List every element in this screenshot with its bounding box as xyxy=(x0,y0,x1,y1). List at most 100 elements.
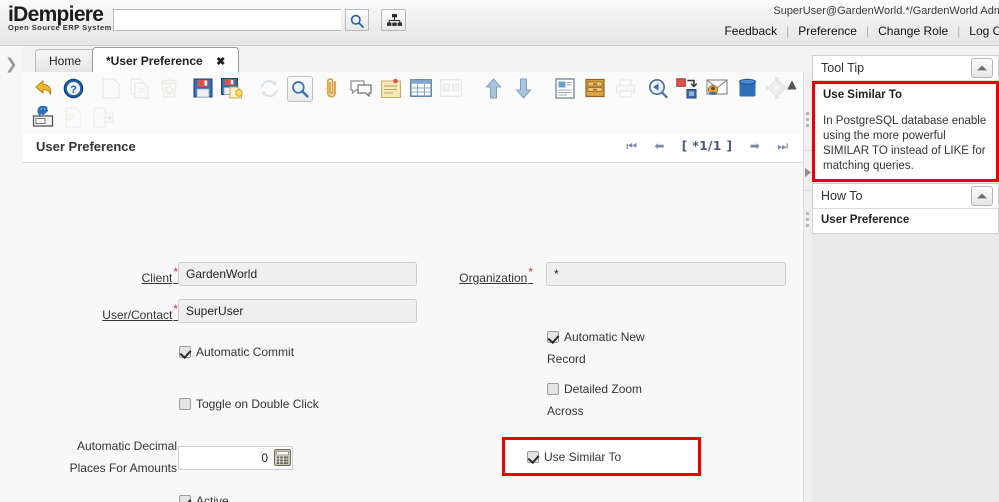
user-contact-label-text: User/Contact xyxy=(102,308,172,322)
find-icon[interactable] xyxy=(287,76,313,102)
nav-next-button[interactable]: ➡ xyxy=(750,139,760,153)
detailed-zoom-across-label-line1[interactable]: Detailed Zoom xyxy=(564,382,642,396)
form-toggle-icon xyxy=(438,75,464,101)
automatic-new-record-row[interactable]: Automatic New Record xyxy=(547,324,645,373)
client-label[interactable]: Client* xyxy=(52,266,177,285)
app-logo: iDempiere Open Source ERP System xyxy=(8,4,113,32)
howto-panel-header: How To xyxy=(812,183,999,209)
toggle-double-click-label[interactable]: Toggle on Double Click xyxy=(196,397,319,411)
tab-bar: Home *User Preference ✖ xyxy=(22,46,809,73)
toolbar: ? xyxy=(22,72,809,135)
close-icon[interactable]: ✖ xyxy=(216,56,225,68)
use-similar-to-row[interactable]: Use Similar To xyxy=(527,450,621,464)
chat-icon[interactable] xyxy=(348,75,374,101)
user-contact-input[interactable] xyxy=(178,299,417,323)
product-info-icon[interactable] xyxy=(734,75,760,101)
left-menu-rail[interactable]: ❯ xyxy=(0,46,23,502)
client-label-text: Client xyxy=(142,271,173,285)
zoom-across-icon[interactable] xyxy=(644,75,670,101)
howto-panel-title: How To xyxy=(821,189,862,203)
search-input[interactable] xyxy=(113,9,341,31)
parent-record-icon[interactable] xyxy=(480,75,506,101)
howto-panel-body: User Preference xyxy=(812,209,999,234)
save-create-new-icon[interactable] xyxy=(219,75,245,101)
chevron-up-icon[interactable]: ▲ xyxy=(781,74,803,94)
chevron-right-icon[interactable]: ❯ xyxy=(5,55,18,73)
splitter-grip[interactable] xyxy=(806,212,810,230)
organization-input[interactable] xyxy=(546,262,786,286)
use-similar-to-checkbox[interactable] xyxy=(527,451,539,463)
tab-home-label: Home xyxy=(49,54,81,68)
org-tree-icon[interactable] xyxy=(381,9,406,31)
active-checkbox[interactable] xyxy=(179,495,191,502)
automatic-commit-checkbox[interactable] xyxy=(179,346,191,358)
active-label[interactable]: Active xyxy=(196,494,229,502)
tooltip-highlight xyxy=(812,81,999,182)
detailed-zoom-across-label-line2: Across xyxy=(547,404,584,418)
calculator-icon[interactable] xyxy=(274,449,291,466)
automatic-new-record-label-line1[interactable]: Automatic New xyxy=(564,330,645,344)
back-icon[interactable] xyxy=(30,75,56,101)
attachment-icon[interactable] xyxy=(319,75,345,101)
active-row[interactable]: Active xyxy=(179,494,229,502)
tab-home[interactable]: Home xyxy=(35,49,95,72)
detail-record-icon[interactable] xyxy=(510,75,536,101)
notes-icon[interactable] xyxy=(378,75,404,101)
tab-user-preference-label: *User Preference xyxy=(106,54,203,68)
link-feedback[interactable]: Feedback xyxy=(715,24,786,38)
toggle-double-click-row[interactable]: Toggle on Double Click xyxy=(179,397,319,411)
current-user-info: SuperUser@GardenWorld.*/GardenWorld Adm xyxy=(773,5,999,17)
archive-icon[interactable] xyxy=(582,75,608,101)
tab-user-preference[interactable]: *User Preference ✖ xyxy=(92,47,239,73)
splitter-grip[interactable] xyxy=(806,112,810,130)
detailed-zoom-across-row[interactable]: Detailed Zoom Across xyxy=(547,376,642,425)
new-record-icon xyxy=(98,75,124,101)
automatic-commit-label[interactable]: Automatic Commit xyxy=(196,345,294,359)
client-input[interactable] xyxy=(178,262,417,286)
nav-first-button[interactable]: ⏮ xyxy=(626,139,637,153)
organization-label[interactable]: Organization* xyxy=(422,266,532,285)
save-icon[interactable] xyxy=(190,75,216,101)
record-header: User Preference ⏮ ⬅ [ *1/1 ] ➡ ⏭ xyxy=(22,134,809,163)
nav-last-button[interactable]: ⏭ xyxy=(777,139,788,153)
print-icon xyxy=(612,75,638,101)
user-contact-label[interactable]: User/Contact* xyxy=(52,303,177,322)
automatic-commit-row[interactable]: Automatic Commit xyxy=(179,345,294,359)
search-icon[interactable] xyxy=(345,9,369,31)
header-links: Feedback|Preference|Change Role|Log O xyxy=(715,24,999,38)
splitter-divider xyxy=(804,150,812,151)
use-similar-to-label[interactable]: Use Similar To xyxy=(544,450,621,464)
decimal-places-label: Automatic Decimal Places For Amounts xyxy=(42,433,177,482)
automatic-new-record-checkbox[interactable] xyxy=(547,331,559,343)
record-counter: [ *1/1 ] xyxy=(682,139,733,153)
export-icon[interactable] xyxy=(674,75,700,101)
tooltip-panel-title: Tool Tip xyxy=(821,61,864,75)
new-document-icon xyxy=(60,104,86,130)
right-sidebar: Tool Tip Use Similar To In PostgreSQL da… xyxy=(812,55,999,502)
toggle-double-click-checkbox[interactable] xyxy=(179,398,191,410)
refresh-icon xyxy=(256,75,282,101)
nav-prev-button[interactable]: ⬅ xyxy=(654,139,664,153)
link-logout[interactable]: Log O xyxy=(960,24,999,38)
chevron-up-icon[interactable] xyxy=(971,58,993,78)
link-preference[interactable]: Preference xyxy=(789,24,866,38)
archive-save-icon[interactable] xyxy=(30,104,56,130)
copy-record-icon xyxy=(127,75,153,101)
detailed-zoom-across-checkbox[interactable] xyxy=(547,383,559,395)
splitter-divider xyxy=(804,190,812,191)
user-preference-form: Client* Organization* User/Contact* Auto… xyxy=(22,163,809,502)
window-content: ? xyxy=(22,72,809,502)
automatic-new-record-label-line2: Record xyxy=(547,352,586,366)
splitter-collapse-arrow[interactable] xyxy=(805,168,811,177)
global-search xyxy=(113,9,406,31)
howto-item[interactable]: User Preference xyxy=(821,214,988,226)
help-icon[interactable]: ? xyxy=(60,75,86,101)
request-icon[interactable] xyxy=(704,75,730,101)
required-indicator: * xyxy=(528,265,533,279)
record-navigation: ⏮ ⬅ [ *1/1 ] ➡ ⏭ xyxy=(619,139,795,154)
grid-toggle-icon[interactable] xyxy=(408,75,434,101)
link-change-role[interactable]: Change Role xyxy=(869,24,957,38)
chevron-up-icon[interactable] xyxy=(971,186,993,206)
report-icon[interactable] xyxy=(552,75,578,101)
howto-panel: How To User Preference xyxy=(812,183,999,234)
